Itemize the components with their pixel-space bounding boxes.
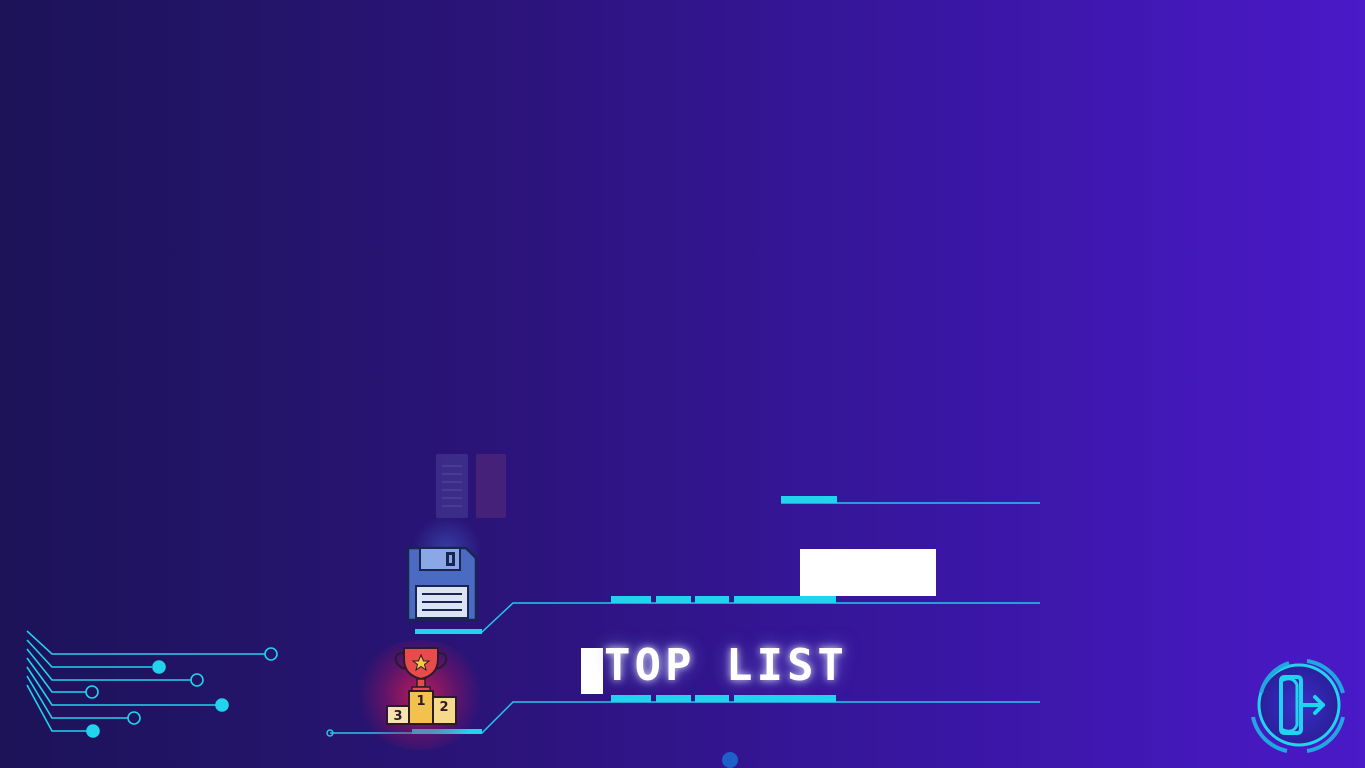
- exit-button[interactable]: [1247, 655, 1351, 759]
- svg-text:3: 3: [393, 709, 402, 724]
- save-button[interactable]: [406, 546, 478, 622]
- trophy-podium-icon: 1 2 3: [386, 647, 457, 725]
- exit-door-icon: [1251, 659, 1345, 753]
- page-indicator-dot: [722, 752, 738, 768]
- name-input[interactable]: [800, 549, 936, 596]
- svg-text:1: 1: [416, 694, 425, 709]
- code-list-icon[interactable]: [436, 452, 508, 520]
- top-list-button[interactable]: TOP LIST: [604, 640, 848, 692]
- svg-text:2: 2: [439, 700, 448, 715]
- leaderboard-button[interactable]: 1 2 3: [384, 645, 460, 727]
- text-cursor: [581, 648, 603, 694]
- floppy-disk-icon: [406, 546, 478, 622]
- top-list-label: TOP LIST: [604, 640, 848, 691]
